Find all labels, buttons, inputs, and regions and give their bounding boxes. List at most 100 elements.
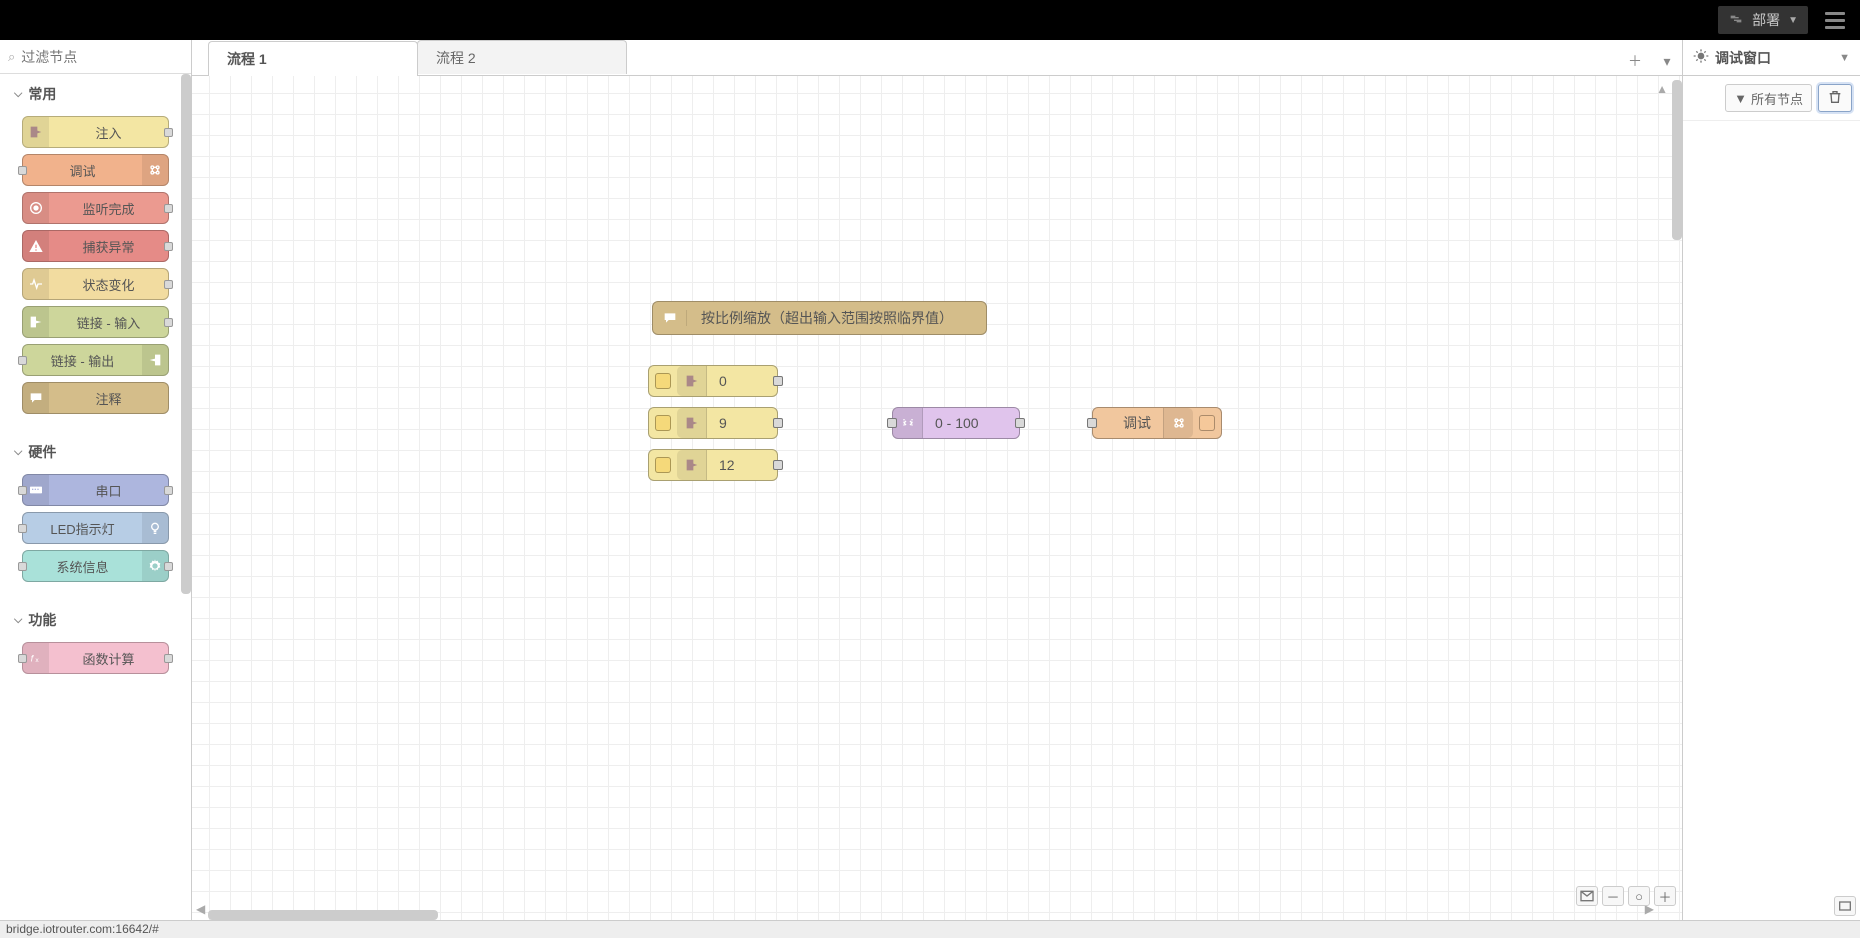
palette-node-status[interactable]: 状态变化	[22, 268, 169, 300]
canvas[interactable]: 按比例缩放（超出输入范围按照临界值） 0 9 12 0 - 100 调试	[192, 76, 1682, 920]
pulse-icon	[23, 269, 49, 299]
zoom-reset-button[interactable]: ○	[1628, 886, 1650, 906]
palette-node-led[interactable]: LED指示灯	[22, 512, 169, 544]
palette-node-debug[interactable]: 调试	[22, 154, 169, 186]
flow-inject-2[interactable]: 12	[648, 449, 778, 481]
output-port[interactable]	[164, 242, 173, 251]
chevron-down-icon: ⌵	[14, 446, 22, 459]
palette-node-link-out[interactable]: 链接 - 输出	[22, 344, 169, 376]
range-icon	[893, 408, 923, 438]
sidebar-title: 调试窗口	[1715, 48, 1771, 68]
flow-inject-0[interactable]: 0	[648, 365, 778, 397]
search-icon: ⌕	[8, 49, 15, 65]
top-bar: 部署 ▼	[0, 0, 1860, 40]
input-port[interactable]	[18, 562, 27, 571]
palette-node-complete[interactable]: 监听完成	[22, 192, 169, 224]
clear-button[interactable]	[1818, 84, 1852, 112]
palette-node-label: LED指示灯	[23, 519, 142, 538]
palette-node-comment[interactable]: 注释	[22, 382, 169, 414]
status-bar: bridge.iotrouter.com:16642/#	[0, 920, 1860, 938]
category-label: 功能	[28, 610, 56, 630]
sidebar-header: 调试窗口 ▼	[1683, 40, 1860, 76]
flow-range[interactable]: 0 - 100	[892, 407, 1020, 439]
input-port[interactable]	[18, 166, 27, 175]
bug-icon	[1693, 48, 1709, 67]
flow-comment[interactable]: 按比例缩放（超出输入范围按照临界值）	[652, 301, 987, 335]
output-port[interactable]	[773, 418, 783, 428]
palette-node-inject[interactable]: 注入	[22, 116, 169, 148]
navigator-button[interactable]	[1576, 886, 1598, 906]
palette-node-catch[interactable]: 捕获异常	[22, 230, 169, 262]
palette-node-sysinfo[interactable]: 系统信息	[22, 550, 169, 582]
tab-流程 1[interactable]: 流程 1	[208, 41, 418, 76]
range-label: 0 - 100	[923, 415, 1019, 431]
comment-icon	[23, 383, 49, 413]
deploy-label: 部署	[1752, 10, 1780, 30]
palette-node-label: 注释	[49, 389, 168, 408]
palette-node-func[interactable]: fx函数计算	[22, 642, 169, 674]
inject-icon	[677, 366, 707, 396]
tab-menu-button[interactable]: ▾	[1652, 47, 1682, 75]
target-icon	[23, 193, 49, 223]
output-port[interactable]	[164, 486, 173, 495]
warn-icon	[23, 231, 49, 261]
palette-node-label: 串口	[49, 481, 168, 500]
inject-trigger-button[interactable]	[655, 373, 671, 389]
chevron-down-icon: ⌵	[14, 88, 22, 101]
input-port[interactable]	[18, 654, 27, 663]
filter-icon: ▼	[1734, 91, 1747, 106]
palette-node-serial[interactable]: 串口	[22, 474, 169, 506]
inject-trigger-button[interactable]	[655, 457, 671, 473]
output-port[interactable]	[164, 204, 173, 213]
category-常用[interactable]: ⌵常用	[0, 74, 191, 114]
input-port[interactable]	[887, 418, 897, 428]
input-port[interactable]	[18, 356, 27, 365]
deploy-button[interactable]: 部署 ▼	[1718, 6, 1808, 34]
debug-toggle-button[interactable]	[1199, 415, 1215, 431]
category-label: 硬件	[28, 442, 56, 462]
comment-text: 按比例缩放（超出输入范围按照临界值）	[687, 308, 967, 328]
category-硬件[interactable]: ⌵ 硬件	[0, 432, 191, 472]
scroll-left-icon[interactable]: ◀	[196, 902, 205, 916]
palette-scrollbar[interactable]	[181, 74, 191, 594]
zoom-in-button[interactable]: ＋	[1654, 886, 1676, 906]
palette-node-link-in[interactable]: 链接 - 输入	[22, 306, 169, 338]
output-port[interactable]	[164, 318, 173, 327]
output-port[interactable]	[164, 562, 173, 571]
chevron-down-icon: ⌵	[14, 614, 22, 627]
flow-debug[interactable]: 调试	[1092, 407, 1222, 439]
output-port[interactable]	[773, 460, 783, 470]
flow-inject-1[interactable]: 9	[648, 407, 778, 439]
output-port[interactable]	[164, 128, 173, 137]
menu-button[interactable]	[1818, 12, 1852, 29]
inject-trigger-button[interactable]	[655, 415, 671, 431]
palette-node-label: 捕获异常	[49, 237, 168, 256]
output-port[interactable]	[164, 280, 173, 289]
tab-流程 2[interactable]: 流程 2	[417, 40, 627, 74]
canvas-v-scrollbar[interactable]	[1672, 80, 1682, 240]
sidebar: 调试窗口 ▼ ▼ 所有节点	[1682, 40, 1860, 920]
output-port[interactable]	[773, 376, 783, 386]
palette-node-label: 状态变化	[49, 275, 168, 294]
category-功能[interactable]: ⌵ 功能	[0, 600, 191, 640]
output-port[interactable]	[1015, 418, 1025, 428]
scroll-up-icon[interactable]: ▲	[1656, 82, 1668, 96]
inject-label: 9	[707, 415, 777, 431]
input-port[interactable]	[1087, 418, 1097, 428]
input-port[interactable]	[18, 524, 27, 533]
comment-icon	[653, 310, 687, 326]
workspace: 流程 1 流程 2 ＋ ▾ 按比例缩放（超出输入范围按照临界值） 0 9 12 0 - 1…	[192, 40, 1682, 920]
tab-label: 流程 1	[227, 49, 267, 69]
chevron-down-icon: ▼	[1788, 15, 1798, 26]
add-tab-button[interactable]: ＋	[1620, 47, 1650, 75]
sidebar-menu-button[interactable]: ▼	[1839, 52, 1850, 64]
output-port[interactable]	[164, 654, 173, 663]
canvas-h-scrollbar[interactable]	[208, 910, 438, 920]
link-in-icon	[23, 307, 49, 337]
input-port[interactable]	[18, 486, 27, 495]
search-input[interactable]	[21, 49, 202, 65]
filter-button[interactable]: ▼ 所有节点	[1725, 84, 1812, 112]
sidebar-expand-button[interactable]	[1834, 896, 1856, 916]
zoom-out-button[interactable]: －	[1602, 886, 1624, 906]
palette-search: ⌕	[0, 40, 191, 74]
